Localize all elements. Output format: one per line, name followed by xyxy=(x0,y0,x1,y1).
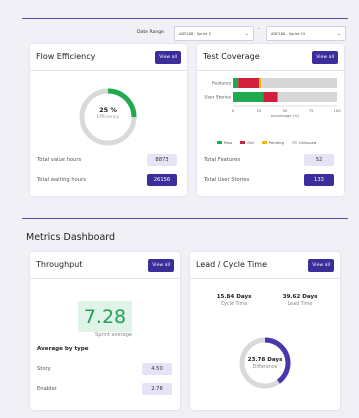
cycle-time-value: 15.84 Days xyxy=(216,294,252,300)
legend-item: Pending xyxy=(261,140,284,145)
bar-segment-pass xyxy=(233,92,264,102)
card-header: Flow Efficiency View all xyxy=(30,44,187,71)
x-tick-label: 100 xyxy=(333,108,341,113)
card-title: Lead / Cycle Time xyxy=(196,260,267,269)
bar-segment-fail xyxy=(238,78,259,88)
stat-row: Total waiting hours 26156 xyxy=(37,174,177,186)
chevron-down-icon: ⌄ xyxy=(244,30,249,37)
legend-swatch xyxy=(261,141,267,144)
card-title: Test Coverage xyxy=(203,52,260,61)
chart-legend: Pass Fail Pending Unissued xyxy=(217,140,316,145)
throughput-caption: Sprint average xyxy=(95,332,132,338)
stat-label: Total value hours xyxy=(37,157,82,163)
date-range-label: Date Range xyxy=(137,30,164,35)
bar-segment-pass xyxy=(233,78,239,88)
bar-segment-fail xyxy=(263,92,278,102)
bar-segment-unissued xyxy=(277,92,337,102)
type-label: Enabler xyxy=(37,386,57,392)
legend-label: Pass xyxy=(224,140,233,145)
throughput-value: 7.28 xyxy=(78,301,132,332)
card-header: Throughput View all xyxy=(30,252,180,279)
category-label: Features xyxy=(212,81,232,87)
x-tick-label: 50 xyxy=(283,108,288,113)
end-sprint-value: ADF288 - Sprint 19 xyxy=(271,31,306,36)
efficiency-percent: 25 % xyxy=(99,106,117,114)
x-axis-label: percentage (%) xyxy=(271,114,299,118)
bar-segment-pending xyxy=(259,78,262,88)
stat-value: 26156 xyxy=(147,174,177,186)
stat-label: Total User Stories xyxy=(204,177,250,183)
stat-value: 52 xyxy=(304,154,334,166)
stat-row: Total User Stories 133 xyxy=(204,174,334,186)
x-tick-label: 25 xyxy=(257,108,262,113)
test-coverage-chart: Features User Stories 0 25 50 75 100 percentage… xyxy=(204,78,341,118)
legend-item: Pass xyxy=(217,140,232,145)
stat-label: Total waiting hours xyxy=(37,177,86,183)
legend-label: Fail xyxy=(247,140,254,145)
view-all-button[interactable]: View all xyxy=(312,51,338,64)
view-all-button[interactable]: View all xyxy=(155,51,181,64)
legend-item: Unissued xyxy=(291,140,317,145)
bar-segment-unissued xyxy=(261,78,337,88)
card-title: Flow Efficiency xyxy=(36,52,96,61)
type-value: 4.50 xyxy=(142,363,172,375)
difference-label: Difference xyxy=(252,365,278,370)
stat-value: 133 xyxy=(304,174,334,186)
type-value: 2.78 xyxy=(142,383,172,395)
type-label: Story xyxy=(37,366,51,372)
average-by-type-title: Average by type xyxy=(37,346,89,352)
difference-value: 23.78 Days xyxy=(247,357,283,363)
x-tick-label: 0 xyxy=(232,108,235,113)
card-header: Lead / Cycle Time View all xyxy=(190,252,340,279)
stat-row: Total value hours 8873 xyxy=(37,154,177,166)
chevron-down-icon: ⌄ xyxy=(336,30,341,37)
stat-row: Total Features 52 xyxy=(204,154,334,166)
throughput-card: Throughput View all 7.28 Sprint average … xyxy=(30,252,180,410)
view-all-button[interactable]: View all xyxy=(148,259,174,272)
test-coverage-card: Test Coverage View all Features User Stor… xyxy=(197,44,344,196)
start-sprint-value: ADF288 - Sprint 5 xyxy=(179,31,211,36)
end-sprint-select[interactable]: ADF288 - Sprint 19 ⌄ xyxy=(266,26,346,41)
view-all-button[interactable]: View all xyxy=(308,259,334,272)
type-row: Enabler 2.78 xyxy=(37,383,172,395)
cycle-time-label: Cycle Time xyxy=(220,302,248,307)
legend-swatch xyxy=(217,141,222,144)
flow-efficiency-card: Flow Efficiency View all 25 % Efficiency… xyxy=(30,44,187,196)
card-title: Throughput xyxy=(36,260,83,269)
lead-cycle-card: Lead / Cycle Time View all 15.84 Days Cy… xyxy=(190,252,340,410)
lead-time-label: Lead Time xyxy=(287,302,313,307)
legend-swatch xyxy=(240,141,246,144)
legend-swatch xyxy=(291,141,297,144)
difference-ring xyxy=(239,337,291,389)
legend-label: Unissued xyxy=(298,140,317,145)
legend-item: Fail xyxy=(240,140,254,145)
efficiency-caption: Efficiency xyxy=(96,115,120,120)
stat-label: Total Features xyxy=(204,157,241,163)
dashboard-title: Metrics Dashboard xyxy=(26,232,116,243)
card-header: Test Coverage View all xyxy=(197,44,344,71)
legend-label: Pending xyxy=(268,140,284,145)
type-row: Story 4.50 xyxy=(37,363,172,375)
category-label: User Stories xyxy=(204,95,231,101)
x-tick-label: 75 xyxy=(309,108,314,113)
lead-time-value: 39.62 Days xyxy=(282,294,318,300)
start-sprint-select[interactable]: ADF288 - Sprint 5 ⌄ xyxy=(174,26,254,41)
stat-value: 8873 xyxy=(147,154,177,166)
range-separator: - xyxy=(258,26,260,32)
